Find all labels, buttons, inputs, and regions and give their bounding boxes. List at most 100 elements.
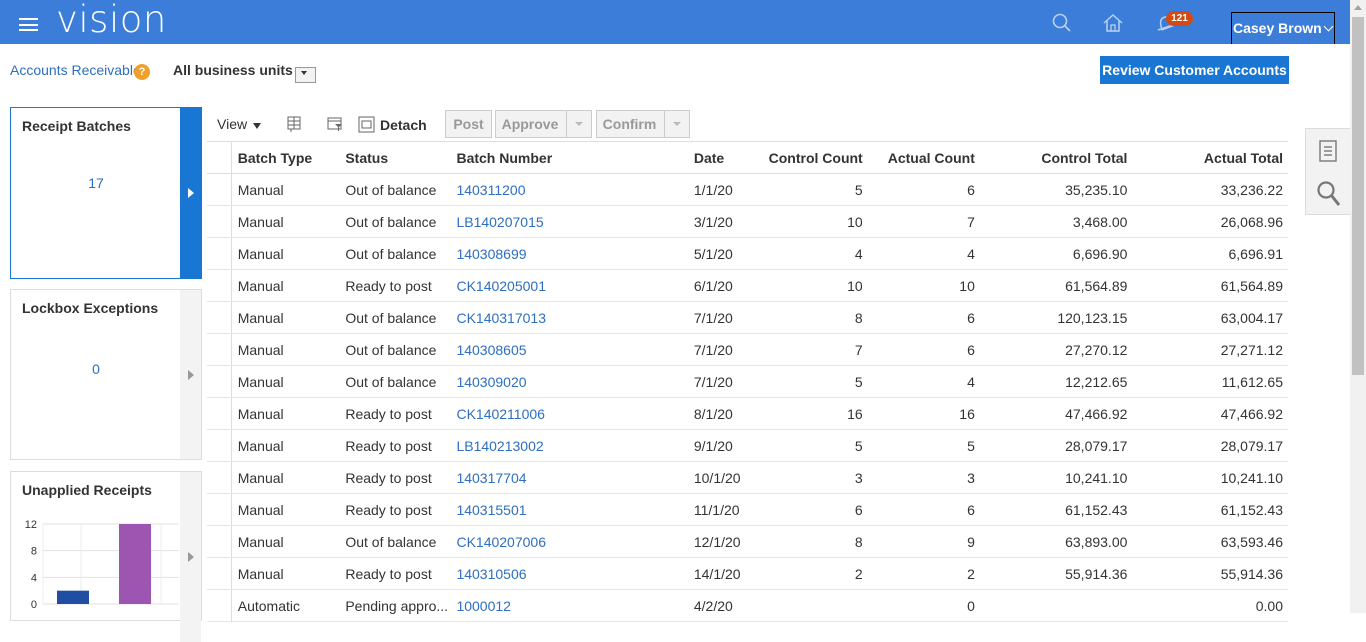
row-selector[interactable] [207, 397, 232, 430]
cell-status: Pending appro... [339, 589, 451, 622]
cell-batch-number[interactable]: LB140213002 [450, 429, 688, 462]
cell-batch-number[interactable]: 140317704 [450, 461, 688, 494]
row-selector[interactable] [207, 333, 232, 366]
tile-expand-arrow[interactable] [180, 472, 201, 642]
approve-button[interactable]: Approve [495, 110, 592, 138]
user-menu-button[interactable]: Casey Brown [1231, 12, 1335, 44]
table-row[interactable]: Manual Out of balance CK140317013 7/1/20 8 6 1… [207, 301, 1288, 334]
column-header-date[interactable]: Date [687, 141, 759, 174]
row-selector[interactable] [207, 589, 232, 622]
menu-icon[interactable] [19, 18, 38, 31]
row-selector[interactable] [207, 269, 232, 302]
column-header-actual-total[interactable]: Actual Total [1135, 141, 1288, 174]
cell-actual-count: 0 [870, 589, 983, 622]
cell-control-total: 28,079.17 [982, 429, 1136, 462]
tile-count[interactable]: 0 [11, 361, 181, 377]
row-selector[interactable] [207, 365, 232, 398]
table-row[interactable]: Manual Ready to post CK140211006 8/1/20 16 16… [207, 397, 1288, 430]
post-button[interactable]: Post [445, 110, 492, 138]
tile-receipt-batches[interactable]: Receipt Batches 17 [10, 107, 202, 279]
tile-unapplied-receipts[interactable]: Unapplied Receipts 12 8 4 0 [10, 471, 202, 642]
cell-date: 9/1/20 [687, 429, 759, 462]
row-selector[interactable] [207, 461, 232, 494]
tile-lockbox-exceptions[interactable]: Lockbox Exceptions 0 [10, 289, 202, 460]
cell-batch-number[interactable]: 140310506 [450, 557, 688, 590]
table-row[interactable]: Manual Ready to post 140315501 11/1/20 6 6 61,… [207, 493, 1288, 526]
view-menu[interactable]: View [217, 116, 262, 132]
approve-menu-chevron-icon[interactable] [566, 111, 591, 137]
cell-batch-number[interactable]: 140308605 [450, 333, 688, 366]
chart-y-tick-label: 8 [31, 546, 37, 558]
chart-bar[interactable] [57, 590, 89, 604]
chevron-right-icon [188, 552, 194, 562]
cell-control-total [982, 589, 1136, 622]
row-selector[interactable] [207, 205, 232, 238]
column-header-actual-count[interactable]: Actual Count [870, 141, 983, 174]
table-row[interactable]: Manual Ready to post 140317704 10/1/20 3 3 10,… [207, 461, 1288, 494]
tile-expand-arrow[interactable] [180, 108, 201, 278]
table-row[interactable]: Manual Ready to post CK140205001 6/1/20 10 10… [207, 269, 1288, 302]
review-customer-accounts-button[interactable]: Review Customer Accounts [1100, 56, 1289, 84]
notification-badge[interactable]: 121 [1166, 11, 1193, 26]
column-header-control-count[interactable]: Control Count [758, 141, 871, 174]
tile-expand-arrow[interactable] [180, 290, 201, 459]
column-header-control-total[interactable]: Control Total [982, 141, 1136, 174]
scrollbar-thumb[interactable] [1352, 17, 1364, 375]
confirm-menu-chevron-icon[interactable] [664, 111, 689, 137]
search-panel-icon[interactable] [1315, 179, 1343, 209]
home-icon[interactable] [1102, 12, 1124, 34]
table-row[interactable]: Manual Out of balance CK140207006 12/1/20 8 9… [207, 525, 1288, 558]
document-icon[interactable] [1318, 139, 1338, 163]
row-selector[interactable] [207, 557, 232, 590]
column-header-batch-type[interactable]: Batch Type [231, 141, 340, 174]
row-selector[interactable] [207, 173, 232, 206]
table-row[interactable]: Manual Out of balance 140309020 7/1/20 5 4 12,… [207, 365, 1288, 398]
table-row[interactable]: Manual Ready to post LB140213002 9/1/20 5 5 28… [207, 429, 1288, 462]
cell-status: Out of balance [339, 301, 451, 334]
cell-batch-number[interactable]: 140309020 [450, 365, 688, 398]
detach-icon[interactable] [358, 116, 376, 134]
cell-control-total: 55,914.36 [982, 557, 1136, 590]
cell-batch-number[interactable]: 1000012 [450, 589, 688, 622]
row-selector[interactable] [207, 493, 232, 526]
table-row[interactable]: Manual Out of balance 140308699 5/1/20 4 4 6,6… [207, 237, 1288, 270]
cell-batch-number[interactable]: CK140205001 [450, 269, 688, 302]
detach-button[interactable]: Detach [380, 117, 427, 133]
table-row[interactable]: Automatic Pending appro... 1000012 4/2/20 0 0… [207, 589, 1288, 622]
row-selector[interactable] [207, 429, 232, 462]
table-row[interactable]: Manual Out of balance LB140207015 3/1/20 10 7… [207, 205, 1288, 238]
search-icon[interactable] [1051, 12, 1073, 34]
confirm-button[interactable]: Confirm [596, 110, 690, 138]
column-header-status[interactable]: Status [339, 141, 451, 174]
cell-batch-number[interactable]: CK140207006 [450, 525, 688, 558]
tile-count[interactable]: 17 [11, 175, 181, 191]
business-unit-dropdown[interactable] [295, 67, 316, 83]
cell-batch-number[interactable]: 140311200 [450, 173, 688, 206]
page-scrollbar[interactable] [1350, 0, 1366, 613]
cell-batch-number[interactable]: LB140207015 [450, 205, 688, 238]
cell-batch-number[interactable]: CK140211006 [450, 397, 688, 430]
cell-actual-total: 63,593.46 [1135, 525, 1288, 558]
table-row[interactable]: Manual Ready to post 140310506 14/1/20 2 2 55,… [207, 557, 1288, 590]
cell-batch-number[interactable]: 140315501 [450, 493, 688, 526]
caret-down-icon [253, 123, 262, 129]
breadcrumb[interactable]: Accounts Receivable [10, 62, 141, 78]
cell-date: 14/1/20 [687, 557, 759, 590]
filter-icon[interactable] [326, 115, 344, 133]
cell-date: 12/1/20 [687, 525, 759, 558]
cell-control-total: 10,241.10 [982, 461, 1136, 494]
cell-batch-number[interactable]: CK140317013 [450, 301, 688, 334]
table-row[interactable]: Manual Out of balance 140311200 1/1/20 5 6 35,… [207, 173, 1288, 206]
column-header-batch-number[interactable]: Batch Number [450, 141, 688, 174]
help-icon[interactable]: ? [134, 64, 150, 80]
cell-status: Ready to post [339, 557, 451, 590]
chart-bar[interactable] [119, 524, 151, 604]
row-selector[interactable] [207, 525, 232, 558]
app-logo[interactable]: vision [56, 0, 167, 41]
table-row[interactable]: Manual Out of balance 140308605 7/1/20 7 6 27,… [207, 333, 1288, 366]
freeze-columns-icon[interactable] [285, 115, 303, 133]
scroll-up-arrow-icon[interactable] [1354, 5, 1362, 10]
row-selector[interactable] [207, 301, 232, 334]
cell-batch-number[interactable]: 140308699 [450, 237, 688, 270]
row-selector[interactable] [207, 237, 232, 270]
